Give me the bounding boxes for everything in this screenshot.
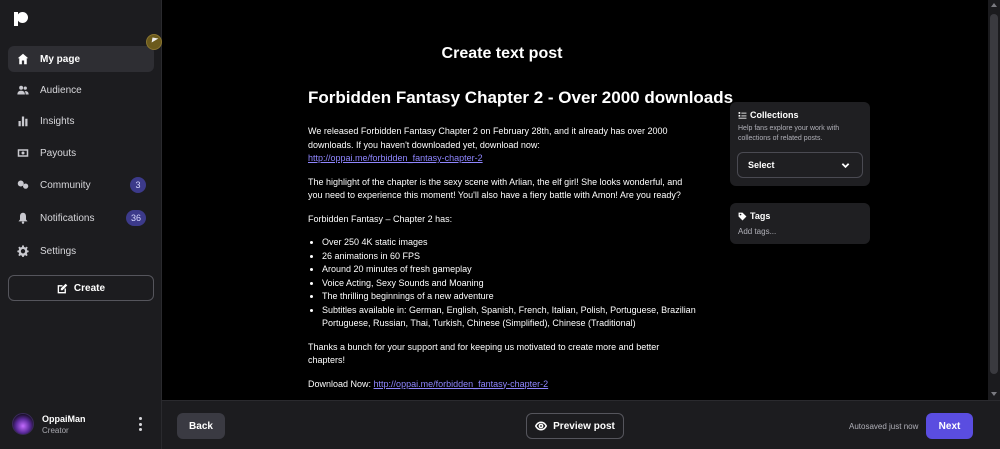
scroll-down-icon[interactable] [991,392,997,396]
sidebar-item-label: My page [40,53,81,65]
features-list: Over 250 4K static images 26 animations … [322,236,696,331]
user-name: OppaiMan [42,414,86,424]
post-paragraph: The highlight of the chapter is the sexy… [308,176,683,201]
sidebar-item-label: Payouts [40,147,77,159]
tag-icon [738,212,747,220]
list-item: Voice Acting, Sexy Sounds and Moaning [322,277,696,291]
preview-post-button[interactable]: Preview post [526,413,624,439]
create-button-label: Create [73,282,106,294]
download-now-link[interactable]: http://oppai.me/forbidden_fantasy-chapte… [374,379,549,389]
user-profile[interactable]: OppaiMan Creator [10,411,156,439]
notifications-count-badge: 36 [126,210,146,226]
sidebar-item-label: Insights [40,115,75,127]
page-title: Create text post [441,45,563,62]
tags-title: Tags [750,211,771,221]
sidebar-item-label: Community [40,179,91,191]
footer-bar: Back Preview post Autosaved just now Nex… [162,400,1000,449]
collections-title: Collections [750,110,799,120]
community-count-badge: 3 [130,177,146,193]
user-role: Creator [42,426,69,435]
sidebar: My page Audience Insights Payouts Commun… [0,0,162,449]
create-button[interactable]: Create [8,275,154,301]
main-content: Create text post Forbidden Fantasy Chapt… [162,0,988,400]
collections-select[interactable]: Select [737,152,863,178]
avatar[interactable] [12,413,34,435]
sidebar-item-settings[interactable]: Settings [8,238,154,264]
sidebar-item-audience[interactable]: Audience [8,77,154,103]
more-options-icon[interactable] [136,417,144,431]
people-icon [16,83,30,97]
scrollbar-thumb[interactable] [990,14,998,374]
collections-description: Help fans explore your work with collect… [738,125,840,142]
post-paragraph: Download Now: http://oppai.me/forbidden_… [308,378,549,389]
list-item: Over 250 4K static images [322,236,696,250]
list-item: The thrilling beginnings of a new advent… [322,290,696,304]
collections-panel: Collections Help fans explore your work … [730,102,870,186]
post-title[interactable]: Forbidden Fantasy Chapter 2 - Over 2000 … [308,88,733,108]
preview-post-label: Preview post [553,420,615,432]
bell-icon [16,211,30,225]
home-icon [16,52,30,66]
mouse-cursor-icon [146,34,162,50]
sidebar-item-my-page[interactable]: My page [8,46,154,72]
back-button[interactable]: Back [177,413,225,439]
chevron-down-icon [841,163,850,169]
post-body[interactable]: We released Forbidden Fantasy Chapter 2 … [308,125,696,400]
collections-select-value: Select [748,160,775,170]
scroll-up-icon[interactable] [991,3,997,7]
list-item: 26 animations in 60 FPS [322,250,696,264]
collections-icon [738,111,747,119]
sidebar-item-label: Settings [40,245,77,257]
post-paragraph: Forbidden Fantasy – Chapter 2 has: [308,213,453,224]
payout-icon [16,146,30,160]
logo-icon[interactable] [14,12,28,26]
list-item: Subtitles available in: German, English,… [322,304,696,331]
sidebar-item-payouts[interactable]: Payouts [8,140,154,166]
post-paragraph: Thanks a bunch for your support and for … [308,341,660,366]
download-link[interactable]: http://oppai.me/forbidden_fantasy-chapte… [308,153,483,163]
sidebar-item-community[interactable]: Community 3 [8,172,154,198]
post-paragraph: We released Forbidden Fantasy Chapter 2 … [308,126,668,163]
gear-icon [16,244,30,258]
tags-panel: Tags Add tags... [730,203,870,244]
edit-icon [57,283,68,293]
sidebar-item-label: Audience [40,84,82,96]
sidebar-item-notifications[interactable]: Notifications 36 [8,205,154,231]
eye-icon [535,421,548,431]
tags-input[interactable]: Add tags... [738,227,776,236]
autosave-status: Autosaved just now [849,422,919,431]
next-button[interactable]: Next [926,413,973,439]
sidebar-item-label: Notifications [40,212,95,224]
sidebar-item-insights[interactable]: Insights [8,108,154,134]
bar-chart-icon [16,114,30,128]
community-icon [16,178,30,192]
list-item: Around 20 minutes of fresh gameplay [322,263,696,277]
